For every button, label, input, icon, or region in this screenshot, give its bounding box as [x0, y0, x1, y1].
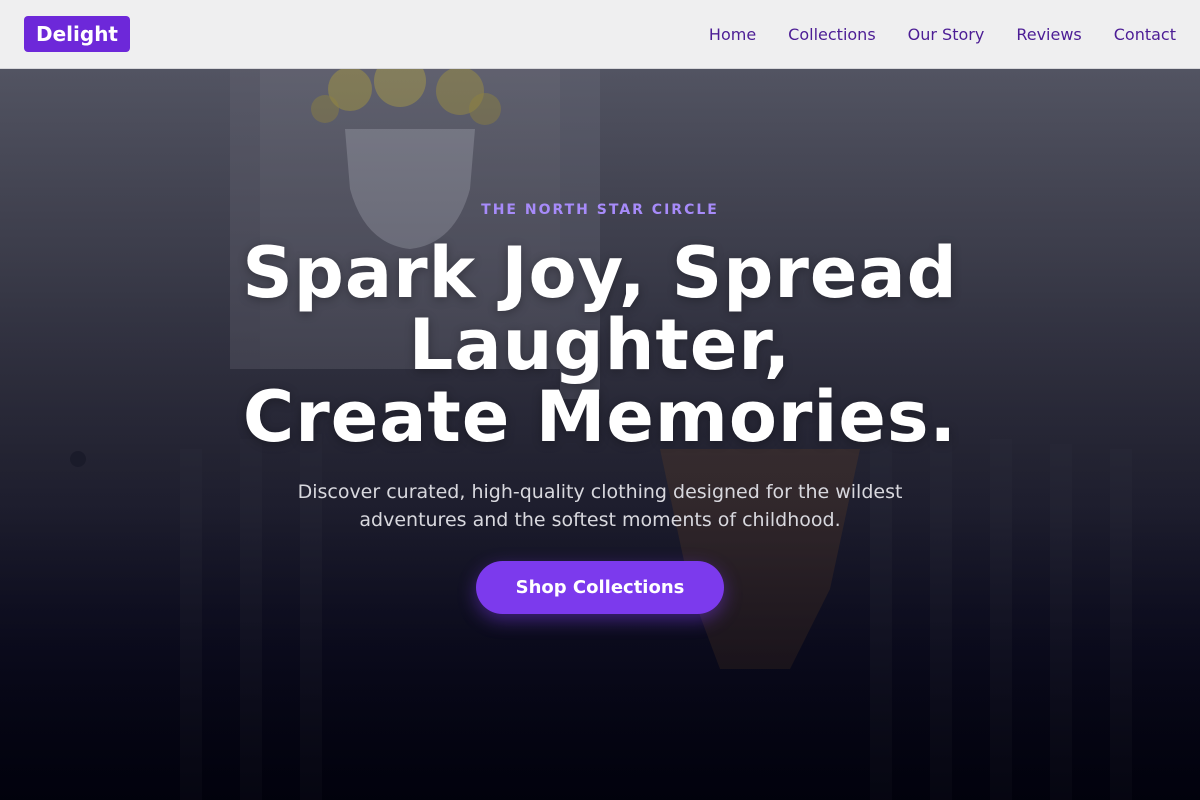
brand-logo[interactable]: Delight	[24, 16, 130, 52]
main-nav: Home Collections Our Story Reviews Conta…	[709, 25, 1176, 44]
site-header: Delight Home Collections Our Story Revie…	[0, 0, 1200, 69]
nav-link-home[interactable]: Home	[709, 25, 756, 44]
hero-content: THE NORTH STAR CIRCLE Spark Joy, Spread …	[0, 69, 1200, 800]
hero-section: THE NORTH STAR CIRCLE Spark Joy, Spread …	[0, 69, 1200, 800]
hero-headline-line: Create Memories.	[242, 376, 958, 458]
hero-description: Discover curated, high-quality clothing …	[297, 481, 903, 531]
nav-link-reviews[interactable]: Reviews	[1016, 25, 1081, 44]
hero-headline: Spark Joy, Spread Laughter, Create Memor…	[200, 237, 1000, 453]
nav-link-collections[interactable]: Collections	[788, 25, 875, 44]
shop-collections-button[interactable]: Shop Collections	[476, 561, 724, 614]
hero-eyebrow: THE NORTH STAR CIRCLE	[481, 202, 719, 218]
hero-headline-line: Spark Joy, Spread	[242, 232, 958, 314]
hero-headline-line: Laughter,	[408, 304, 792, 386]
nav-link-our-story[interactable]: Our Story	[908, 25, 985, 44]
nav-link-contact[interactable]: Contact	[1114, 25, 1176, 44]
